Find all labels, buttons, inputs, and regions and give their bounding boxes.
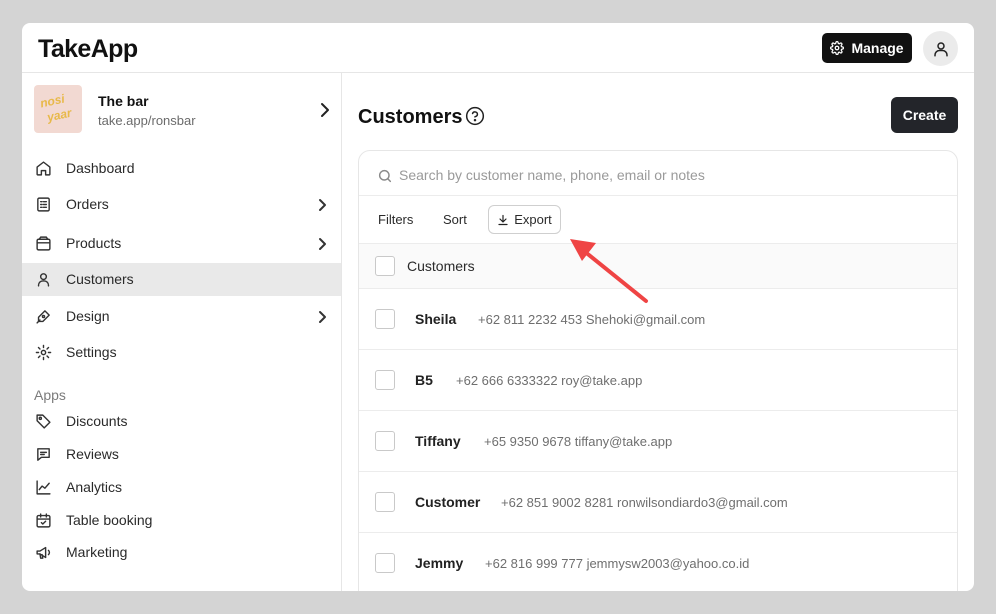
store-url: take.app/ronsbar — [98, 113, 196, 128]
app-window: TakeApp Manage nosi yaar The bar take.ap… — [22, 23, 974, 591]
sidebar-item-label: Analytics — [66, 479, 123, 495]
customer-details: +62 816 999 777 jemmysw2003@yahoo.co.id — [485, 556, 750, 571]
export-button[interactable]: Export — [488, 205, 561, 234]
customer-name: Jemmy — [415, 555, 464, 571]
table-row[interactable]: Tiffany +65 9350 9678 tiffany@take.app — [359, 411, 957, 472]
chevron-right-icon — [319, 238, 326, 250]
apps-section-label: Apps — [34, 387, 66, 403]
sidebar-item-settings[interactable]: Settings — [22, 336, 341, 369]
top-bar: TakeApp Manage — [22, 23, 974, 73]
table-row[interactable]: Jemmy +62 816 999 777 jemmysw2003@yahoo.… — [359, 533, 957, 591]
sidebar-item-label: Products — [66, 235, 122, 251]
sidebar-item-orders[interactable]: Orders — [22, 188, 341, 221]
sidebar-item-label: Settings — [66, 344, 117, 360]
customer-details: +62 666 6333322 roy@take.app — [456, 373, 643, 388]
account-avatar-button[interactable] — [923, 31, 958, 66]
help-circle-icon[interactable] — [465, 106, 485, 126]
user-icon — [37, 273, 50, 287]
megaphone-icon — [36, 546, 51, 559]
user-icon — [933, 41, 948, 56]
table-row[interactable]: Customer +62 851 9002 8281 ronwilsondiar… — [359, 472, 957, 533]
row-checkbox[interactable] — [375, 431, 395, 451]
manage-label: Manage — [851, 40, 904, 56]
sidebar-item-label: Table booking — [66, 512, 153, 528]
sort-button[interactable]: Sort — [443, 212, 467, 227]
download-icon — [498, 214, 508, 225]
export-label: Export — [514, 212, 552, 227]
sidebar-item-label: Discounts — [66, 413, 128, 429]
home-icon — [36, 161, 51, 176]
sidebar-item-label: Design — [66, 308, 110, 324]
sidebar-item-table-booking[interactable]: Table booking — [22, 504, 341, 537]
box-icon — [36, 236, 51, 251]
sidebar-item-customers[interactable]: Customers — [22, 263, 341, 296]
store-name: The bar — [98, 93, 149, 109]
select-all-checkbox[interactable] — [375, 256, 395, 276]
customers-card: Filters Sort Export Customers Sheila +62… — [358, 150, 958, 591]
sidebar-item-label: Customers — [66, 271, 134, 287]
gear-icon — [35, 344, 52, 361]
main-content: Customers Create Filters Sort Export Cus… — [342, 73, 974, 591]
store-logo: nosi yaar — [34, 85, 82, 133]
row-checkbox[interactable] — [375, 309, 395, 329]
customer-name: Tiffany — [415, 433, 461, 449]
chevron-right-icon — [319, 199, 326, 211]
sidebar-item-label: Reviews — [66, 446, 119, 462]
calendar-check-icon — [36, 513, 51, 528]
create-button[interactable]: Create — [891, 97, 958, 133]
sidebar-item-discounts[interactable]: Discounts — [22, 405, 341, 438]
annotation-arrow-icon — [570, 239, 648, 303]
chart-line-icon — [36, 480, 51, 495]
column-header-customers: Customers — [407, 258, 475, 274]
sidebar-item-dashboard[interactable]: Dashboard — [22, 152, 341, 185]
app-logo[interactable]: TakeApp — [38, 35, 138, 64]
chevron-right-icon — [319, 311, 326, 323]
customer-details: +62 851 9002 8281 ronwilsondiardo3@gmail… — [501, 495, 788, 510]
row-checkbox[interactable] — [375, 492, 395, 512]
customer-name: Sheila — [415, 311, 457, 327]
message-icon — [37, 448, 50, 461]
search-icon — [378, 169, 392, 183]
chevron-right-icon — [321, 103, 329, 117]
store-switcher[interactable]: nosi yaar The bar take.app/ronsbar — [22, 73, 341, 155]
table-row[interactable]: B5 +62 666 6333322 roy@take.app — [359, 350, 957, 411]
sidebar-item-design[interactable]: Design — [22, 300, 341, 333]
customer-name: B5 — [415, 372, 433, 388]
sidebar-item-label: Dashboard — [66, 160, 135, 176]
receipt-icon — [37, 197, 50, 212]
sidebar-item-analytics[interactable]: Analytics — [22, 471, 341, 504]
sidebar-item-label: Orders — [66, 196, 109, 212]
customer-name: Customer — [415, 494, 481, 510]
sidebar-item-products[interactable]: Products — [22, 227, 341, 260]
pen-icon — [36, 310, 50, 324]
customer-details: +65 9350 9678 tiffany@take.app — [484, 434, 673, 449]
row-checkbox[interactable] — [375, 370, 395, 390]
row-checkbox[interactable] — [375, 553, 395, 573]
sidebar-item-label: Marketing — [66, 544, 128, 560]
gear-icon — [830, 41, 845, 55]
sidebar: nosi yaar The bar take.app/ronsbar Dashb… — [22, 73, 342, 591]
manage-button[interactable]: Manage — [822, 33, 912, 63]
sidebar-item-reviews[interactable]: Reviews — [22, 438, 341, 471]
filters-button[interactable]: Filters — [378, 212, 413, 227]
store-logo-text-bottom: yaar — [45, 105, 73, 125]
search-bar — [359, 151, 957, 196]
tag-icon — [36, 414, 51, 429]
search-input[interactable] — [399, 163, 939, 187]
page-title: Customers — [358, 106, 463, 128]
sidebar-item-marketing[interactable]: Marketing — [22, 536, 341, 569]
